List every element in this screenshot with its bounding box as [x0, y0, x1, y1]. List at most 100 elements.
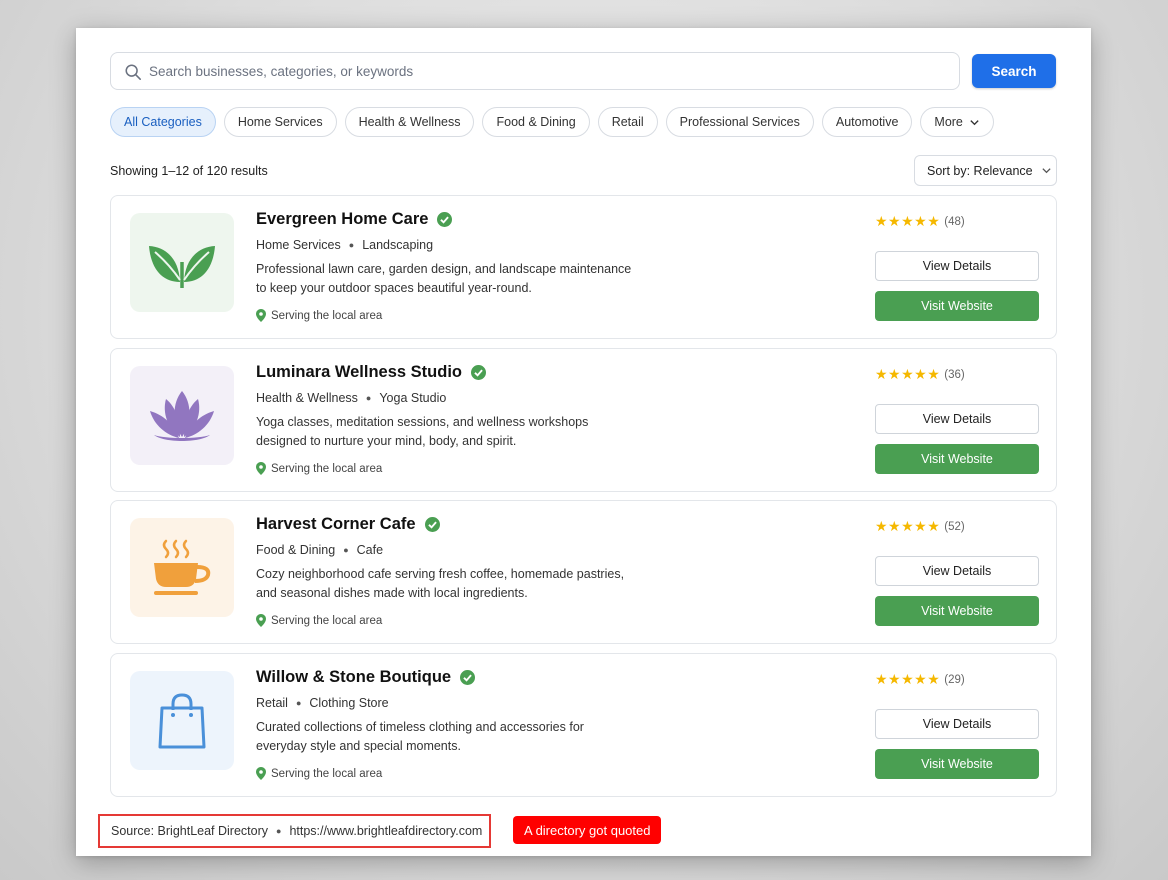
chip-label: Home Services [237, 115, 323, 129]
search-button[interactable]: Search [972, 54, 1056, 88]
category-label: Health & Wellness [256, 391, 358, 405]
search-bar: Search [110, 52, 1056, 90]
category-chip-food-dining[interactable]: Food & Dining [482, 107, 590, 137]
rating: ★★★★★ (29) [875, 671, 965, 688]
visit-website-button[interactable]: Visit Website [875, 444, 1039, 474]
location-label: Serving the local area [271, 767, 383, 780]
listing-location: Serving the local area [256, 767, 382, 780]
category-chip-health-wellness[interactable]: Health & Wellness [344, 107, 475, 137]
coffee-cup-icon [154, 539, 211, 595]
business-name[interactable]: Luminara Wellness Studio [256, 363, 462, 382]
review-count: (48) [944, 215, 965, 228]
listing-description: Curated collections of timeless clothing… [256, 720, 584, 753]
listing-card: Luminara Wellness Studio Health & Wellne… [110, 348, 1057, 492]
visit-website-button[interactable]: Visit Website [875, 596, 1039, 626]
separator-dot: ● [365, 393, 372, 403]
rating: ★★★★★ (48) [875, 213, 965, 230]
visit-website-button[interactable]: Visit Website [875, 749, 1039, 779]
verified-check-icon [424, 517, 440, 532]
listing-categories: Health & Wellness ● Yoga Studio [256, 391, 446, 405]
results-count: Showing 1–12 of 120 results [110, 164, 268, 178]
listing-description: Yoga classes, meditation sessions, and w… [256, 415, 589, 448]
sort-label: Sort by: Relevance [927, 163, 1033, 178]
category-chip-home-services[interactable]: Home Services [223, 107, 337, 137]
location-pin-icon [256, 462, 266, 475]
subcategory-label: Clothing Store [309, 696, 389, 710]
chip-label: Health & Wellness [358, 115, 461, 129]
chevron-down-icon [970, 119, 979, 125]
category-chip-professional-services[interactable]: Professional Services [665, 107, 814, 137]
location-label: Serving the local area [271, 614, 383, 627]
annotation-label: A directory got quoted [513, 816, 662, 844]
category-filter: All Categories Home Services Health & We… [110, 107, 994, 137]
star-rating-icons: ★★★★★ [875, 518, 941, 534]
category-label: Food & Dining [256, 543, 336, 557]
listing-location: Serving the local area [256, 614, 382, 627]
listing-card: Harvest Corner Cafe Food & Dining ● Cafe… [110, 500, 1057, 644]
listing-title-row: Willow & Stone Boutique [256, 668, 476, 687]
business-name[interactable]: Harvest Corner Cafe [256, 515, 416, 534]
verified-check-icon [437, 212, 453, 227]
review-count: (36) [944, 368, 965, 381]
separator-dot: ● [343, 545, 349, 555]
listing-thumbnail [130, 213, 234, 312]
star-rating-icons: ★★★★★ [875, 366, 941, 382]
rating: ★★★★★ (52) [875, 518, 965, 535]
view-details-button[interactable]: View Details [875, 251, 1039, 281]
view-details-button[interactable]: View Details [875, 556, 1039, 586]
business-name[interactable]: Willow & Stone Boutique [256, 668, 451, 687]
listing-description: Professional lawn care, garden design, a… [256, 262, 632, 295]
location-label: Serving the local area [271, 462, 383, 475]
business-name[interactable]: Evergreen Home Care [256, 210, 428, 229]
listing-title-row: Luminara Wellness Studio [256, 363, 486, 382]
listing-location: Serving the local area [256, 462, 382, 475]
chip-label: Retail [611, 115, 644, 129]
sort-dropdown[interactable]: Sort by: Relevance [914, 155, 1057, 186]
subcategory-label: Yoga Studio [379, 391, 447, 405]
subcategory-label: Landscaping [362, 238, 434, 252]
category-label: Home Services [256, 238, 341, 252]
listing-categories: Home Services ● Landscaping [256, 238, 433, 252]
chip-label: All Categories [124, 115, 202, 129]
separator-dot: ● [295, 698, 302, 708]
chip-label: Food & Dining [496, 115, 576, 129]
chevron-down-icon [1041, 168, 1051, 174]
lotus-icon [150, 390, 214, 441]
review-count: (29) [944, 673, 965, 686]
search-box[interactable] [110, 52, 960, 90]
chip-label: More [934, 115, 963, 129]
star-rating-icons: ★★★★★ [875, 671, 941, 687]
category-chip-more[interactable]: More [920, 107, 994, 137]
separator-dot: ● [276, 826, 282, 836]
shopping-bag-icon [158, 692, 206, 748]
leaf-icon [149, 245, 215, 288]
star-rating-icons: ★★★★★ [875, 213, 941, 229]
rating: ★★★★★ (36) [875, 366, 965, 383]
category-chip-all[interactable]: All Categories [110, 107, 216, 137]
listing-title-row: Harvest Corner Cafe [256, 515, 440, 534]
verified-check-icon [460, 670, 476, 685]
review-count: (52) [944, 520, 965, 533]
view-details-button[interactable]: View Details [875, 404, 1039, 434]
listing-categories: Food & Dining ● Cafe [256, 543, 383, 557]
visit-website-button[interactable]: Visit Website [875, 291, 1039, 321]
source-url[interactable]: https://www.brightleafdirectory.com [289, 824, 482, 838]
category-chip-retail[interactable]: Retail [597, 107, 658, 137]
listing-location: Serving the local area [256, 309, 382, 322]
category-chip-automotive[interactable]: Automotive [821, 107, 913, 137]
separator-dot: ● [348, 240, 355, 250]
source-label: Source: BrightLeaf Directory [111, 824, 269, 838]
category-label: Retail [256, 696, 288, 710]
listing-title-row: Evergreen Home Care [256, 210, 453, 229]
listing-card: Willow & Stone Boutique Retail ● Clothin… [110, 653, 1057, 797]
listing-thumbnail [130, 366, 234, 465]
search-input[interactable] [149, 53, 949, 89]
location-label: Serving the local area [271, 309, 383, 322]
listing-description: Cozy neighborhood cafe serving fresh cof… [256, 567, 625, 600]
location-pin-icon [256, 767, 266, 780]
view-details-button[interactable]: View Details [875, 709, 1039, 739]
source-citation: Source: BrightLeaf Directory ● https://w… [98, 814, 491, 848]
location-pin-icon [256, 309, 266, 322]
search-icon [125, 64, 142, 81]
chip-label: Automotive [835, 115, 899, 129]
